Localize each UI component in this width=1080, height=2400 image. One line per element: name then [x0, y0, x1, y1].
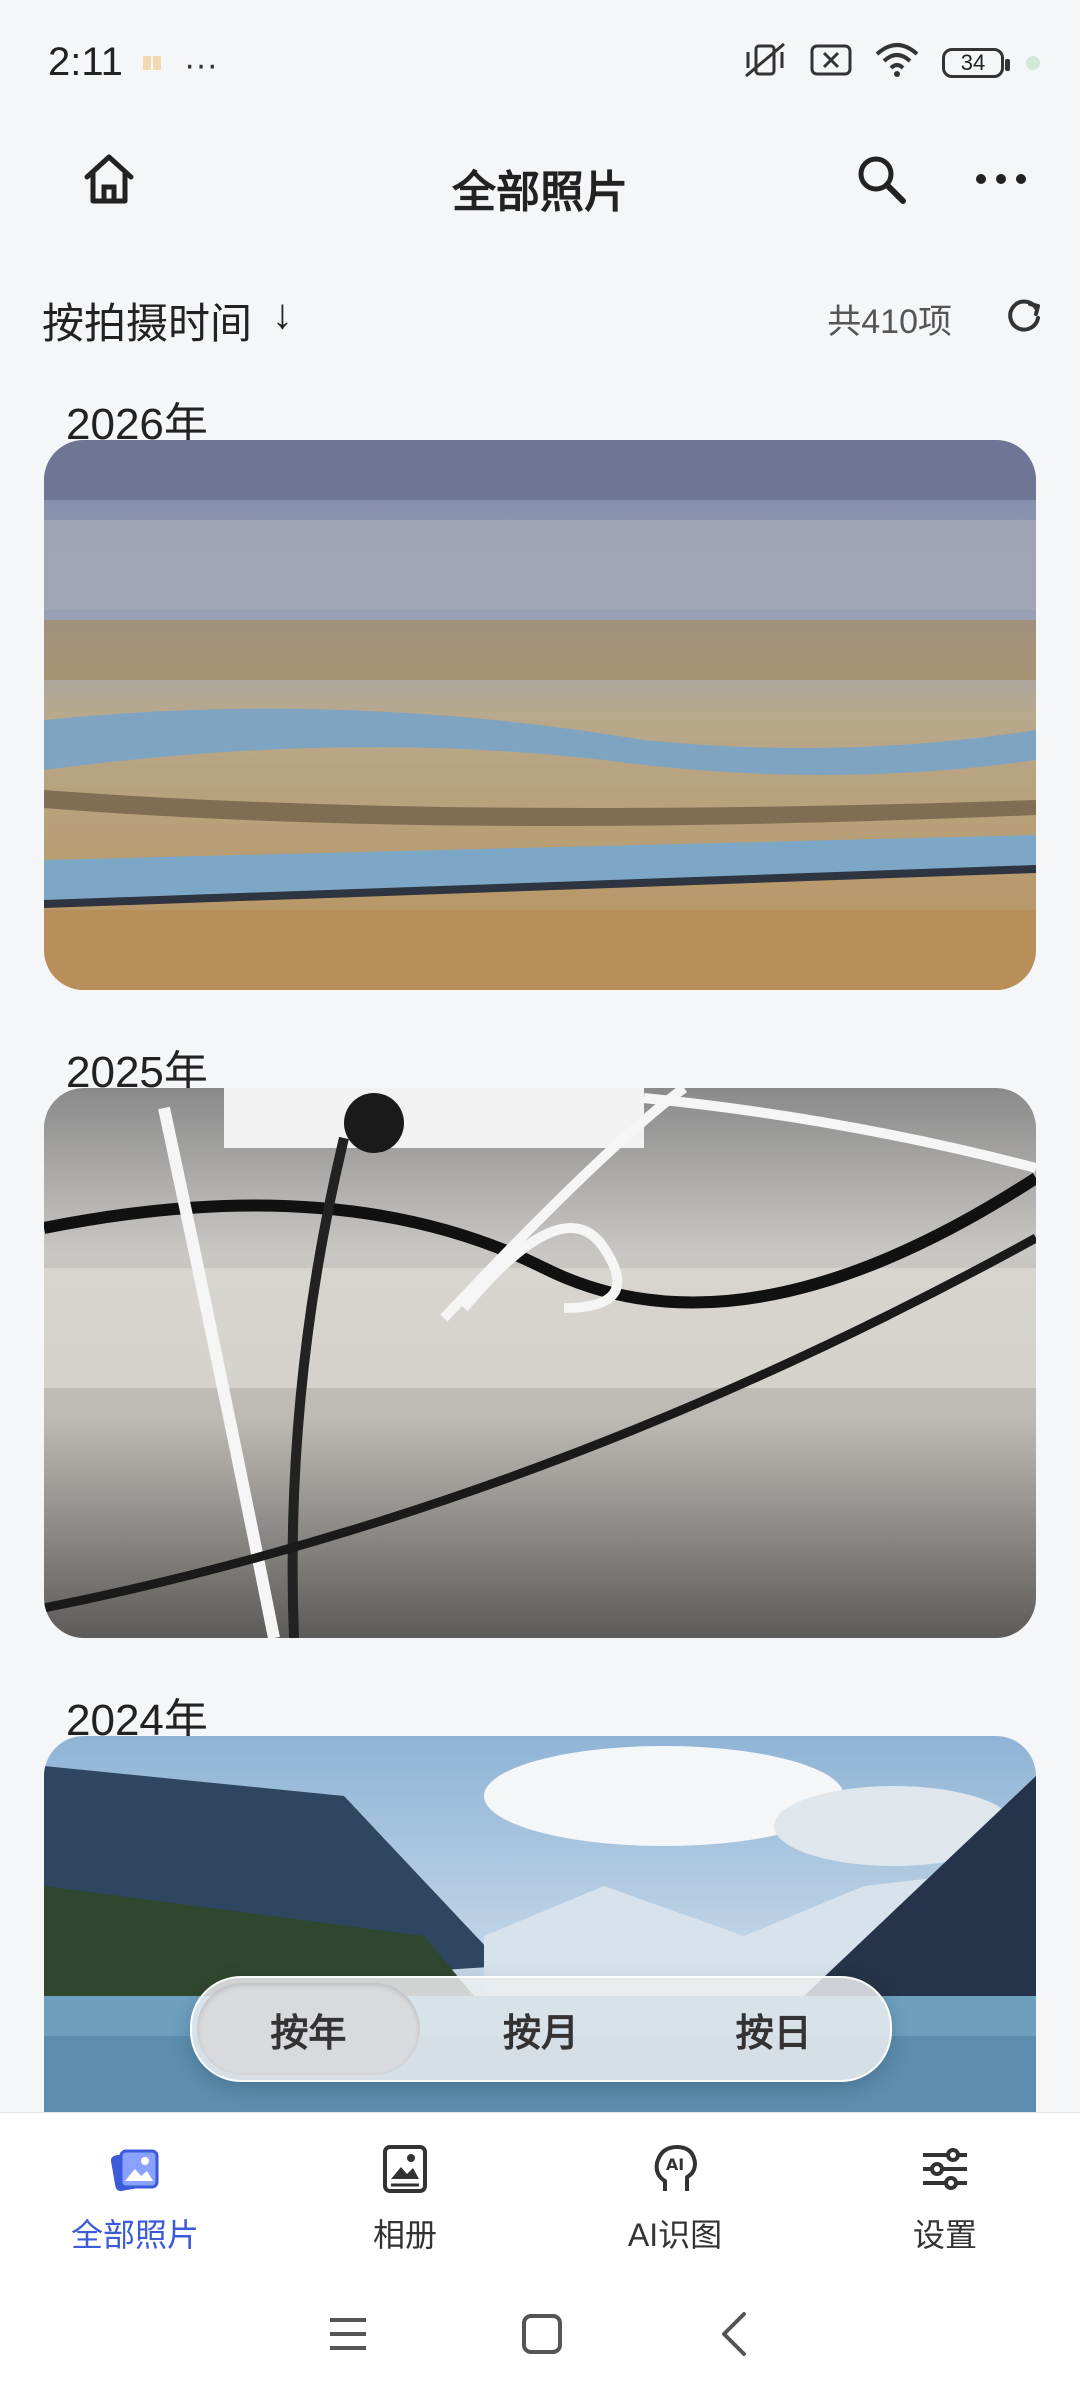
- nav-label-settings: 设置: [912, 2217, 977, 2253]
- sim-disabled-icon: [810, 42, 852, 83]
- nav-label-ai-recognize: AI识图: [627, 2217, 723, 2253]
- nav-item-albums[interactable]: 相册: [270, 2113, 540, 2273]
- nav-label-all-photos: 全部照片: [70, 2217, 199, 2253]
- status-bar: 2:11 ··· 34: [0, 0, 1080, 120]
- nav-item-ai-recognize[interactable]: AI AI识图: [540, 2113, 810, 2273]
- photo-card-2025[interactable]: [44, 1088, 1036, 1638]
- wifi-icon: [874, 42, 920, 83]
- cables-desk-photo: [44, 1088, 1036, 1638]
- status-left-icons: ···: [140, 46, 218, 85]
- photo-card-2026[interactable]: [44, 440, 1036, 990]
- vibrate-off-icon: [742, 40, 788, 85]
- segment-by-month[interactable]: 按月: [430, 1983, 653, 2075]
- battery-icon: 34: [942, 47, 1010, 78]
- refresh-icon: [1004, 296, 1044, 341]
- home-square-icon[interactable]: [520, 2312, 564, 2361]
- grouping-segmented-control: 按年 按月 按日: [190, 1976, 892, 2082]
- bottom-nav: 全部照片 相册 AI AI识图 设置: [0, 2112, 1080, 2273]
- search-icon: [853, 151, 909, 212]
- notification-book-icon: [140, 51, 164, 80]
- status-dot: [1026, 55, 1040, 70]
- system-navigation-bar: [0, 2272, 1080, 2400]
- svg-text:AI: AI: [666, 2155, 684, 2174]
- back-chevron-icon[interactable]: [714, 2310, 754, 2363]
- nav-label-albums: 相册: [372, 2217, 437, 2253]
- landscape-river-photo: [44, 440, 1036, 990]
- more-options-button[interactable]: [956, 136, 1046, 226]
- settings-sliders-icon: [917, 2141, 973, 2202]
- menu-lines-icon[interactable]: [326, 2314, 370, 2359]
- search-button[interactable]: [836, 136, 926, 226]
- sort-by-time-button[interactable]: 按拍摄时间: [42, 290, 252, 351]
- more-dots-icon: [973, 169, 1029, 194]
- segment-by-day[interactable]: 按日: [662, 1983, 885, 2075]
- sort-row: 按拍摄时间 ↓ 共410项: [0, 270, 1080, 360]
- sort-direction-icon[interactable]: ↓: [272, 290, 293, 338]
- segment-by-year[interactable]: 按年: [197, 1983, 420, 2075]
- status-more: ···: [184, 46, 218, 84]
- photo-count: 共410项: [827, 303, 952, 341]
- nav-item-settings[interactable]: 设置: [810, 2113, 1080, 2273]
- app-bar: 全部照片: [0, 120, 1080, 240]
- ai-recognize-icon: AI: [647, 2141, 703, 2202]
- status-right-icons: 34: [742, 40, 1040, 85]
- album-icon: [377, 2141, 433, 2202]
- refresh-button[interactable]: [994, 288, 1054, 348]
- nav-item-all-photos[interactable]: 全部照片: [0, 2113, 270, 2273]
- photos-icon: [107, 2141, 163, 2202]
- status-time: 2:11: [48, 40, 123, 84]
